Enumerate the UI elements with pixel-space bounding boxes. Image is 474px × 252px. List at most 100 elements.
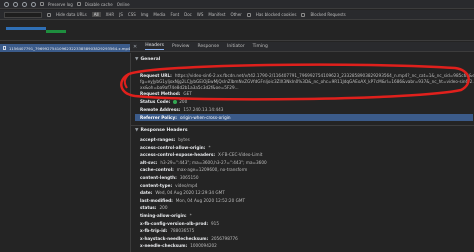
response-header-row: content-type: video/mp4	[140, 183, 197, 188]
header-key: x-needle-checksum:	[140, 243, 188, 249]
filter-type-js[interactable]: JS	[119, 12, 123, 17]
referrer-policy-row[interactable]: Referrer Policy: origin-when-cross-origin	[135, 114, 473, 121]
header-value: max-age=1209600, no-transform	[176, 167, 248, 173]
hide-data-urls-checkbox[interactable]	[47, 12, 51, 17]
filter-type-all[interactable]: All	[91, 12, 101, 17]
throttling-select[interactable]: Online	[117, 2, 130, 7]
header-value: 1000094202	[190, 243, 217, 249]
response-header-row: alt-svc: h3-29=":443"; ma=3600,h3-27=":44…	[140, 160, 267, 165]
filter-type-img[interactable]: Img	[141, 12, 149, 17]
section-divider	[131, 125, 474, 126]
header-key: cache-control:	[140, 167, 174, 173]
response-header-row: access-control-expose-headers: X-FB-CEC-V…	[140, 152, 262, 157]
tab-headers[interactable]: Headers	[145, 43, 164, 50]
filter-input[interactable]	[4, 11, 42, 18]
header-key: accept-ranges:	[140, 137, 176, 142]
header-value: 788036575	[170, 228, 195, 234]
filter-bar: Hide data URLs All XHR JS CSS Img Media …	[0, 10, 474, 20]
header-value: bytes	[178, 137, 190, 142]
network-toolbar: Preserve log Disable cache Online	[0, 0, 474, 9]
blocked-requests-checkbox[interactable]	[301, 12, 306, 17]
header-value: 200	[159, 205, 168, 211]
disable-cache-label: Disable cache	[84, 1, 113, 7]
filter-type-font[interactable]: Font	[170, 12, 179, 17]
header-key: x-fb-trip-id:	[140, 228, 168, 234]
response-header-row: x-haystack-needlechecksum: 2056798776	[140, 236, 238, 241]
tab-initiator[interactable]: Initiator	[227, 44, 245, 49]
disable-cache-checkbox[interactable]	[76, 2, 81, 6]
response-header-row: access-control-allow-origin: *	[140, 145, 211, 150]
collapse-triangle-icon: ▼	[135, 128, 139, 133]
filter-type-ws[interactable]: WS	[197, 12, 204, 17]
general-section-header[interactable]: ▼ General	[135, 57, 160, 62]
has-blocked-cookies-label: Has blocked cookies	[255, 12, 297, 17]
header-key: date:	[140, 190, 153, 196]
clear-icon[interactable]	[13, 1, 18, 7]
request-url-key: Request URL:	[140, 73, 172, 78]
header-key: timing-allow-origin:	[140, 213, 187, 218]
blocked-requests-label: Blocked Requests	[310, 12, 346, 17]
filter-type-css[interactable]: CSS	[128, 12, 136, 17]
response-header-row: x-fb-trip-id: 788036575	[140, 228, 194, 233]
header-value: Wed, 04 Aug 2020 12:29:34 GMT	[155, 190, 225, 196]
header-value: *	[189, 213, 192, 218]
file-icon	[3, 46, 6, 50]
header-value: 3065150	[179, 175, 199, 180]
response-header-row: date: Wed, 04 Aug 2020 12:29:34 GMT	[140, 190, 225, 195]
timeline-bar	[6, 27, 46, 30]
header-value: 915	[211, 220, 219, 226]
response-header-row: x-needle-checksum: 1000094202	[140, 243, 217, 248]
hide-data-urls-label: Hide data URLs	[56, 12, 87, 17]
tab-preview[interactable]: Preview	[172, 44, 190, 49]
collapse-triangle-icon: ▼	[135, 57, 139, 62]
header-key: status:	[140, 205, 157, 211]
filter-type-manifest[interactable]: Manifest	[208, 12, 225, 17]
detail-tabs: ✕ Headers Preview Response Initiator Tim…	[130, 42, 474, 52]
response-header-row: x-fb-config-version-olb-prod: 915	[140, 221, 219, 226]
header-key: alt-svc:	[140, 159, 158, 165]
request-list: 1156407791_79699275410962322338589038292…	[0, 42, 130, 252]
header-key: access-control-expose-headers:	[140, 152, 216, 158]
timeline-bar	[46, 30, 66, 33]
headers-panel: ▼ General Request URL: https://video-sin6-…	[130, 53, 474, 252]
header-key: x-haystack-needlechecksum:	[140, 235, 209, 241]
response-header-row: cache-control: max-age=1209600, no-transf…	[140, 167, 247, 172]
request-method-row: Request Method: GET	[140, 91, 192, 96]
filter-type-xhr[interactable]: XHR	[106, 12, 115, 17]
has-blocked-cookies-checkbox[interactable]	[246, 12, 251, 17]
tab-timing[interactable]: Timing	[253, 44, 268, 49]
response-headers-section-header[interactable]: ▼ Response Headers	[135, 128, 188, 133]
remote-address-row: Remote Address: 157.240.13.14:443	[140, 107, 224, 112]
header-value: *	[208, 144, 211, 150]
request-url-row: Request URL: https://video-sin6-2.xx.fbcd…	[140, 73, 474, 91]
request-url-value: https://video-sin6-2.xx.fbcdn.net/v/t42.…	[140, 73, 474, 90]
filter-type-doc[interactable]: Doc	[184, 12, 192, 17]
header-value: X-FB-CEC-Video-Limit	[218, 152, 263, 158]
header-key: access-control-allow-origin:	[140, 144, 206, 150]
status-dot-icon	[173, 100, 178, 104]
referrer-policy: Referrer Policy: origin-when-cross-origin	[140, 115, 231, 120]
header-value: Mon, 04 Aug 2020 12:52:20 GMT	[175, 197, 245, 203]
timeline-overview[interactable]	[0, 21, 474, 41]
tab-response[interactable]: Response	[197, 44, 219, 49]
header-key: last-modified:	[140, 197, 173, 203]
header-value: h3-29=":443"; ma=3600,h3-27=":443"; ma=3…	[160, 159, 267, 165]
response-header-row: accept-ranges: bytes	[140, 137, 190, 142]
status-code-row: Status Code: 200	[140, 99, 188, 104]
record-icon[interactable]	[4, 1, 9, 7]
header-value: 2056798776	[211, 235, 238, 241]
response-header-row: status: 200	[140, 205, 167, 210]
response-header-row: content-length: 3065150	[140, 175, 198, 180]
filter-type-media[interactable]: Media	[153, 12, 165, 17]
header-key: x-fb-config-version-olb-prod:	[140, 220, 208, 226]
request-name: 1156407791_79699275410962322338589038292…	[8, 45, 130, 51]
close-icon[interactable]: ✕	[133, 44, 137, 50]
preserve-log-label: Preserve log	[48, 1, 73, 7]
request-row-selected[interactable]: 1156407791_79699275410962322338589038292…	[0, 44, 130, 52]
filter-icon[interactable]	[22, 1, 27, 7]
preserve-log-checkbox[interactable]	[40, 2, 44, 6]
filter-type-other[interactable]: Other	[230, 12, 241, 17]
header-key: content-type:	[140, 182, 173, 188]
search-icon[interactable]	[31, 1, 36, 7]
response-header-row: last-modified: Mon, 04 Aug 2020 12:52:20 …	[140, 198, 245, 203]
